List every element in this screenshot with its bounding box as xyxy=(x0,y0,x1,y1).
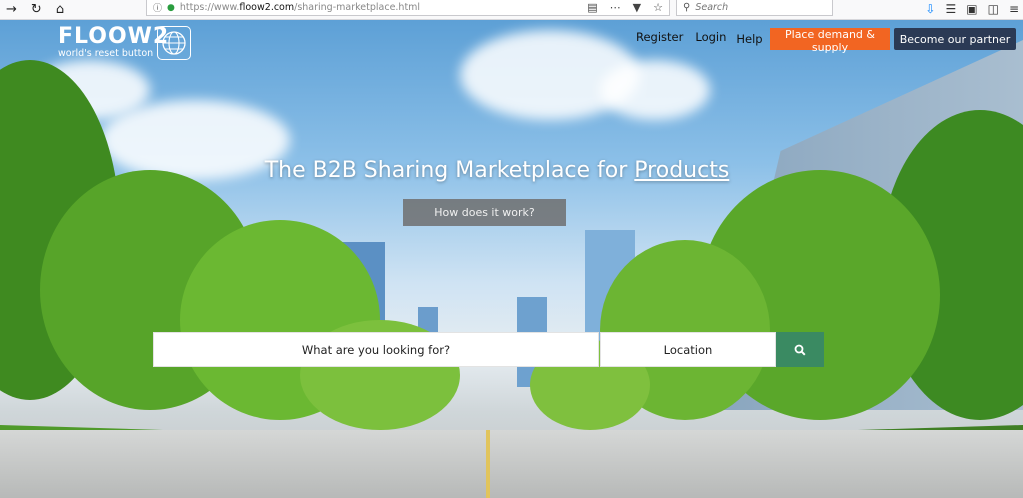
pocket-icon[interactable]: ▼ xyxy=(633,1,641,14)
url-text: https://www.floow2.com/sharing-marketpla… xyxy=(179,2,421,13)
headline-text: The B2B Sharing Marketplace for xyxy=(264,158,635,183)
search-icon xyxy=(794,344,806,356)
place-demand-supply-button[interactable]: Place demand & supply xyxy=(770,28,890,54)
lock-icon: ● xyxy=(167,2,175,13)
home-icon[interactable]: ⌂ xyxy=(56,3,64,16)
search-input[interactable] xyxy=(153,332,599,367)
become-partner-button[interactable]: Become our partner xyxy=(894,28,1016,50)
road xyxy=(0,430,1023,498)
info-icon[interactable]: ⓘ xyxy=(153,1,162,14)
address-bar[interactable]: ⓘ ● https://www.floow2.com/sharing-marke… xyxy=(146,0,670,16)
nav-help[interactable]: Help xyxy=(736,32,762,46)
download-icon[interactable]: ⇩ xyxy=(925,2,935,16)
reload-icon[interactable]: ↻ xyxy=(31,3,42,16)
search-button[interactable] xyxy=(776,332,824,367)
library-icon[interactable]: ☰ xyxy=(945,2,956,16)
browser-search-box[interactable]: ⚲ xyxy=(676,0,833,16)
browser-search-input[interactable] xyxy=(695,2,816,13)
headline-products-link[interactable]: Products xyxy=(634,158,729,183)
browser-toolbar: → ↻ ⌂ ⓘ ● https://www.floow2.com/sharing… xyxy=(0,0,1023,20)
back-icon[interactable]: → xyxy=(6,3,17,16)
top-nav: Register Login Help xyxy=(636,30,763,46)
how-does-it-work-button[interactable]: How does it work? xyxy=(403,199,566,226)
hero-headline: The B2B Sharing Marketplace for Products xyxy=(0,158,994,183)
floow2-logo[interactable]: FLOOW2 world's reset button xyxy=(58,24,170,60)
bookmark-star-icon[interactable]: ☆ xyxy=(653,1,663,14)
reader-view-icon[interactable]: ▤ xyxy=(587,1,597,14)
search-icon: ⚲ xyxy=(683,2,691,13)
location-input[interactable] xyxy=(600,332,776,367)
globe-icon[interactable] xyxy=(157,26,191,60)
menu-icon[interactable]: ≡ xyxy=(1009,2,1019,16)
nav-register[interactable]: Register xyxy=(636,30,683,46)
sidebar-icon[interactable]: ◫ xyxy=(988,2,999,16)
logo-tagline: world's reset button xyxy=(58,48,154,59)
more-actions-icon[interactable]: ⋯ xyxy=(610,1,621,14)
nav-login[interactable]: Login xyxy=(695,30,726,46)
hero-banner: FLOOW2 world's reset button Register Log… xyxy=(0,20,1023,498)
extension-icon[interactable]: ▣ xyxy=(966,2,977,16)
logo-word: FLOOW2 xyxy=(58,24,170,49)
